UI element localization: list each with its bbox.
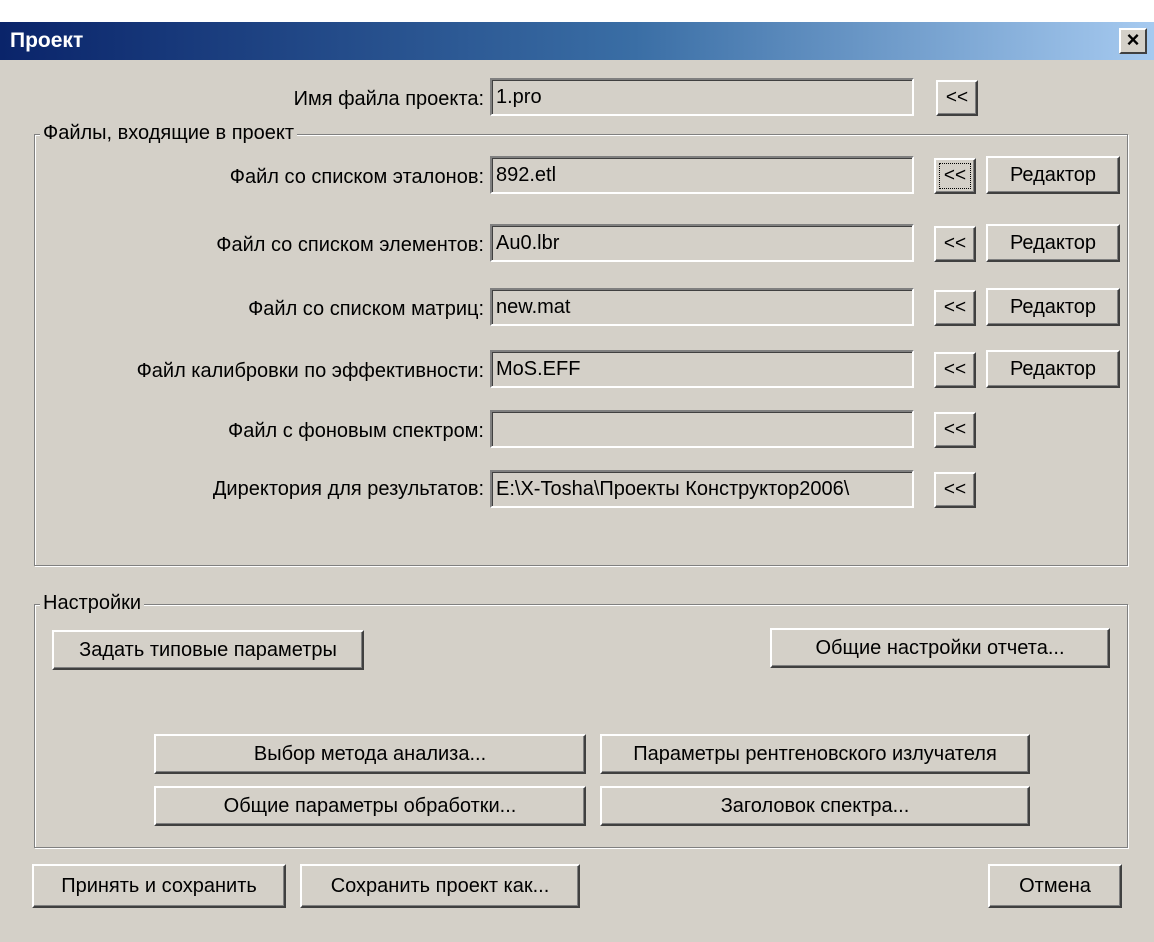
project-file-label: Имя файла проекта: <box>293 88 484 110</box>
etalons-file-browse-button[interactable]: << <box>934 158 976 194</box>
cancel-button[interactable]: Отмена <box>988 864 1122 908</box>
processing-params-button[interactable]: Общие параметры обработки... <box>154 786 586 826</box>
project-file-input[interactable]: 1.pro <box>490 78 914 116</box>
xray-source-params-button[interactable]: Параметры рентгеновского излучателя <box>600 734 1030 774</box>
elements-file-input[interactable]: Au0.lbr <box>490 224 914 262</box>
elements-file-label: Файл со списком элементов: <box>216 234 484 256</box>
report-settings-button[interactable]: Общие настройки отчета... <box>770 628 1110 668</box>
background-spectrum-input[interactable] <box>490 410 914 448</box>
efficiency-file-label: Файл калибровки по эффективности: <box>136 360 484 382</box>
close-button[interactable]: × <box>1119 28 1147 54</box>
results-dir-input[interactable]: E:\X-Tosha\Проекты Конструктор2006\ <box>490 470 914 508</box>
matrices-file-input[interactable]: new.mat <box>490 288 914 326</box>
etalons-editor-button[interactable]: Редактор <box>986 156 1120 194</box>
files-group-title: Файлы, входящие в проект <box>40 122 298 145</box>
project-dialog: Проект × Имя файла проекта: 1.pro << Фай… <box>0 22 1154 942</box>
project-file-browse-button[interactable]: << <box>936 80 978 116</box>
window-title: Проект <box>10 29 84 52</box>
save-project-as-button[interactable]: Сохранить проект как... <box>300 864 580 908</box>
title-bar[interactable]: Проект × <box>0 22 1154 60</box>
elements-editor-button[interactable]: Редактор <box>986 224 1120 262</box>
matrices-file-browse-button[interactable]: << <box>934 290 976 326</box>
etalons-file-input[interactable]: 892.etl <box>490 156 914 194</box>
results-dir-label: Директория для результатов: <box>212 478 484 500</box>
efficiency-file-browse-button[interactable]: << <box>934 352 976 388</box>
etalons-file-label: Файл со списком эталонов: <box>229 166 484 188</box>
spectrum-header-button[interactable]: Заголовок спектра... <box>600 786 1030 826</box>
accept-and-save-button[interactable]: Принять и сохранить <box>32 864 286 908</box>
settings-group-title: Настройки <box>40 592 145 615</box>
efficiency-file-input[interactable]: MoS.EFF <box>490 350 914 388</box>
set-typical-params-button[interactable]: Задать типовые параметры <box>52 630 364 670</box>
results-dir-browse-button[interactable]: << <box>934 472 976 508</box>
efficiency-editor-button[interactable]: Редактор <box>986 350 1120 388</box>
matrices-file-label: Файл со списком матриц: <box>248 298 484 320</box>
background-spectrum-label: Файл с фоновым спектром: <box>228 420 484 442</box>
matrices-editor-button[interactable]: Редактор <box>986 288 1120 326</box>
elements-file-browse-button[interactable]: << <box>934 226 976 262</box>
background-spectrum-browse-button[interactable]: << <box>934 412 976 448</box>
analysis-method-button[interactable]: Выбор метода анализа... <box>154 734 586 774</box>
